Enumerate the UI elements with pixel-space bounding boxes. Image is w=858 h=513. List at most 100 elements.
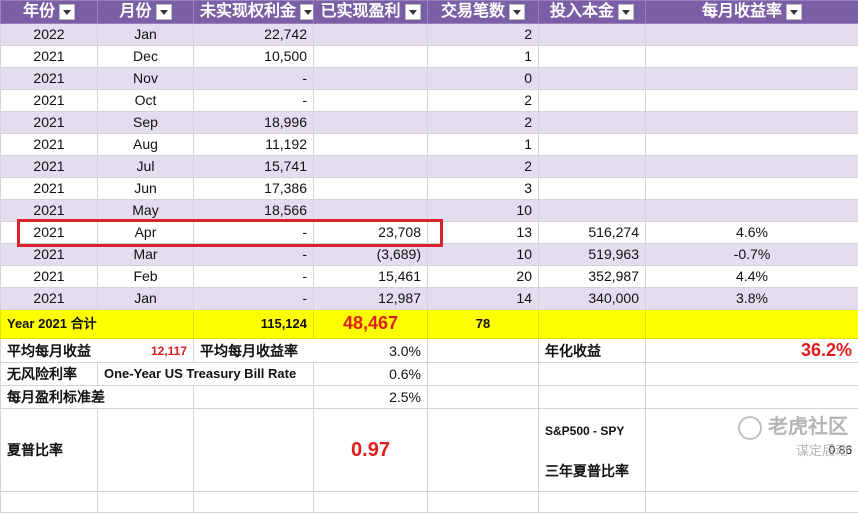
header-unrealized[interactable]: 未实现权利金 [194,1,314,24]
spy-cell[interactable]: S&P500 - SPY 三年夏普比率 [539,409,646,492]
cell-trades[interactable]: 2 [428,24,539,46]
filter-dropdown-icon[interactable] [405,4,421,20]
riskfree-label[interactable]: 无风险利率 [1,363,98,386]
cell-year[interactable]: 2021 [1,68,98,90]
cell-realized[interactable] [314,90,428,112]
cell-month[interactable]: Oct [98,90,194,112]
filter-dropdown-icon[interactable] [618,4,634,20]
cell-unrealized[interactable]: - [194,90,314,112]
cell-rate[interactable] [646,46,858,68]
stat-empty[interactable] [98,409,194,492]
cell-trades[interactable]: 1 [428,46,539,68]
cell-rate[interactable] [646,90,858,112]
cell-unrealized[interactable]: - [194,288,314,310]
cell-month[interactable]: Mar [98,244,194,266]
cell-month[interactable]: Dec [98,46,194,68]
cell-rate[interactable] [646,134,858,156]
cell-year[interactable]: 2021 [1,134,98,156]
cell-year[interactable]: 2021 [1,90,98,112]
cell-capital[interactable] [539,46,646,68]
cell-trades[interactable]: 2 [428,156,539,178]
cell-trades[interactable]: 3 [428,178,539,200]
cell-month[interactable]: Apr [98,222,194,244]
cell-year[interactable]: 2022 [1,24,98,46]
cell-realized[interactable] [314,156,428,178]
cell-year[interactable]: 2021 [1,222,98,244]
filter-dropdown-icon[interactable] [156,4,172,20]
cell-trades[interactable]: 10 [428,200,539,222]
total-empty[interactable] [646,310,858,339]
cell-capital[interactable] [539,68,646,90]
sharpe-label[interactable]: 夏普比率 [1,409,98,492]
header-month[interactable]: 月份 [98,1,194,24]
cell-rate[interactable]: -0.7% [646,244,858,266]
filter-dropdown-icon[interactable] [300,4,313,20]
cell-trades[interactable]: 14 [428,288,539,310]
header-realized[interactable]: 已实现盈利 [314,1,428,24]
header-trades[interactable]: 交易笔数 [428,1,539,24]
filter-dropdown-icon[interactable] [59,4,75,20]
cell-year[interactable]: 2021 [1,46,98,68]
cell-unrealized[interactable]: 18,996 [194,112,314,134]
cell-rate[interactable] [646,24,858,46]
cell-empty[interactable] [1,492,98,513]
cell-trades[interactable]: 1 [428,134,539,156]
cell-unrealized[interactable]: - [194,222,314,244]
cell-year[interactable]: 2021 [1,112,98,134]
cell-month[interactable]: Nov [98,68,194,90]
cell-empty[interactable] [314,492,428,513]
cell-empty[interactable] [194,492,314,513]
cell-capital[interactable]: 519,963 [539,244,646,266]
cell-unrealized[interactable]: - [194,244,314,266]
stat-empty[interactable] [194,409,314,492]
avg-rate-cell[interactable]: 平均每月收益率 3.0% [194,339,428,363]
header-year[interactable]: 年份 [1,1,98,24]
cell-month[interactable]: May [98,200,194,222]
cell-empty[interactable] [98,492,194,513]
stat-empty[interactable] [646,386,858,409]
cell-realized[interactable] [314,178,428,200]
cell-rate[interactable] [646,68,858,90]
cell-realized[interactable]: 15,461 [314,266,428,288]
cell-rate[interactable] [646,112,858,134]
stat-empty[interactable] [428,409,539,492]
cell-month[interactable]: Jan [98,24,194,46]
annual-cell[interactable]: 36.2% [646,339,858,363]
cell-capital[interactable] [539,134,646,156]
cell-realized[interactable] [314,200,428,222]
total-trades[interactable]: 78 [428,310,539,339]
filter-dropdown-icon[interactable] [786,4,802,20]
cell-capital[interactable] [539,200,646,222]
cell-rate[interactable]: 3.8% [646,288,858,310]
stat-empty[interactable] [194,386,314,409]
std-label[interactable]: 每月盈利标准差 [1,386,194,409]
cell-month[interactable]: Jun [98,178,194,200]
stat-empty[interactable] [428,339,539,363]
cell-realized[interactable]: 23,708 [314,222,428,244]
cell-trades[interactable]: 10 [428,244,539,266]
total-unrealized[interactable]: 115,124 [194,310,314,339]
cell-capital[interactable] [539,112,646,134]
cell-capital[interactable]: 352,987 [539,266,646,288]
riskfree-value[interactable]: 0.6% [314,363,428,386]
cell-realized[interactable] [314,68,428,90]
cell-rate[interactable] [646,178,858,200]
cell-trades[interactable]: 20 [428,266,539,288]
filter-dropdown-icon[interactable] [509,4,525,20]
cell-rate[interactable] [646,156,858,178]
cell-rate[interactable] [646,200,858,222]
cell-unrealized[interactable]: 11,192 [194,134,314,156]
cell-capital[interactable]: 340,000 [539,288,646,310]
cell-realized[interactable] [314,112,428,134]
cell-month[interactable]: Jan [98,288,194,310]
cell-trades[interactable]: 2 [428,90,539,112]
cell-capital[interactable] [539,156,646,178]
cell-month[interactable]: Jul [98,156,194,178]
cell-rate[interactable]: 4.6% [646,222,858,244]
cell-unrealized[interactable]: 15,741 [194,156,314,178]
cell-year[interactable]: 2021 [1,266,98,288]
cell-year[interactable]: 2021 [1,156,98,178]
cell-realized[interactable] [314,46,428,68]
cell-year[interactable]: 2021 [1,288,98,310]
stat-empty[interactable] [539,386,646,409]
